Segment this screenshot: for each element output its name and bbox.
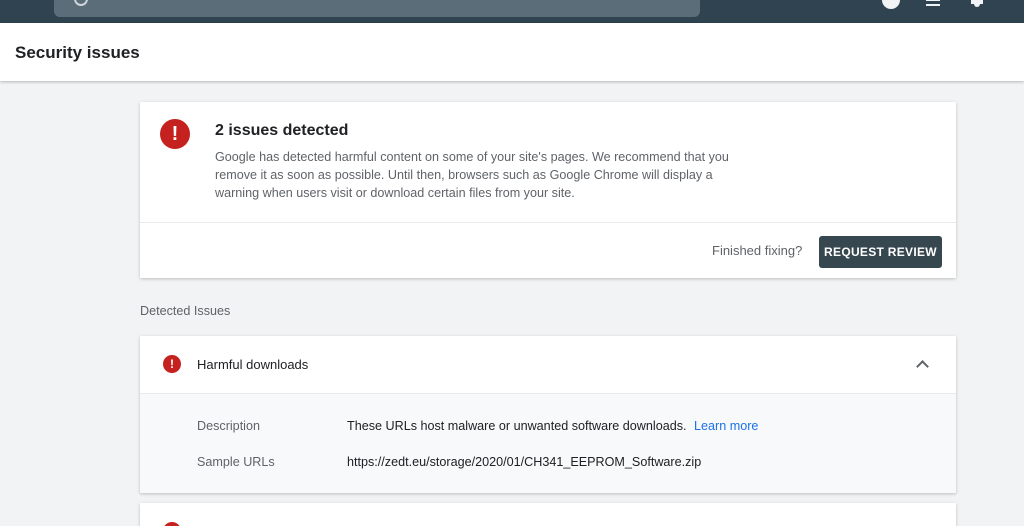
issue-card-harmful-downloads: ! Harmful downloads Description These UR… xyxy=(140,336,956,493)
bell-icon[interactable] xyxy=(968,0,986,9)
summary-description: Google has detected harmful content on s… xyxy=(215,150,729,200)
description-value: These URLs host malware or unwanted soft… xyxy=(347,419,758,433)
chevron-up-icon[interactable] xyxy=(916,360,929,373)
divider xyxy=(140,222,956,223)
sample-urls-label: Sample URLs xyxy=(197,455,275,469)
swap-icon[interactable] xyxy=(924,0,942,9)
error-icon: ! xyxy=(160,119,190,149)
summary-heading: 2 issues detected xyxy=(215,122,349,139)
issues-summary-card: ! 2 issues detected Google has detected … xyxy=(140,102,956,278)
issue-details xyxy=(140,394,956,493)
issue-card-next[interactable] xyxy=(140,503,956,526)
issue-header[interactable]: ! Harmful downloads xyxy=(140,336,956,394)
help-icon[interactable] xyxy=(882,0,900,9)
issue-title: Harmful downloads xyxy=(197,357,309,372)
page-title: Security issues xyxy=(15,43,140,62)
request-review-button[interactable]: REQUEST REVIEW xyxy=(819,236,942,268)
detected-issues-label: Detected Issues xyxy=(140,304,231,318)
page-header: Security issues xyxy=(0,23,1024,81)
finished-fixing-label: Finished fixing? xyxy=(712,243,803,258)
description-text: These URLs host malware or unwanted soft… xyxy=(347,419,687,433)
description-label: Description xyxy=(197,419,260,433)
search-bar[interactable] xyxy=(54,0,700,17)
sample-url-value[interactable]: https://zedt.eu/storage/2020/01/CH341_EE… xyxy=(347,455,701,469)
top-bar xyxy=(0,0,1024,23)
error-icon: ! xyxy=(163,355,181,373)
learn-more-link[interactable]: Learn more xyxy=(694,419,758,433)
error-icon xyxy=(163,522,181,526)
search-icon[interactable] xyxy=(74,0,88,6)
